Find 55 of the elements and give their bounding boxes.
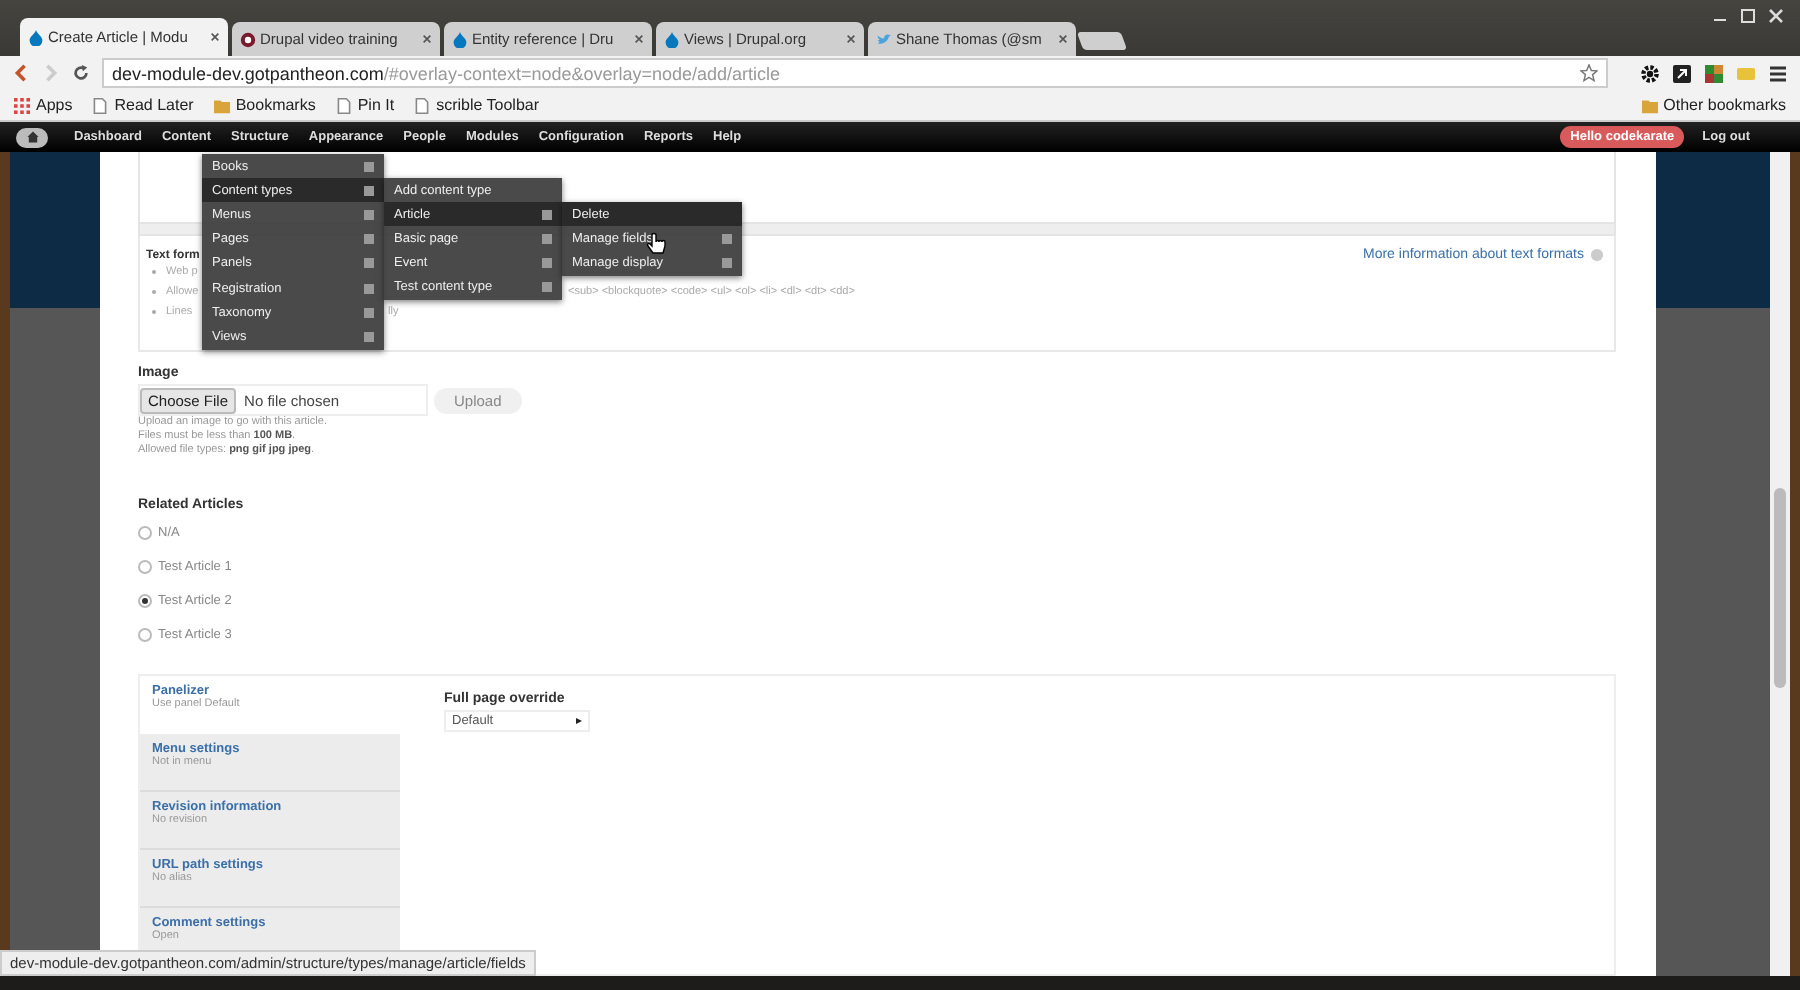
circle-icon	[240, 31, 256, 47]
submenu-icon	[542, 209, 552, 220]
extension-icon[interactable]	[1672, 63, 1692, 83]
submenu-icon	[364, 258, 374, 269]
submenu-icon	[364, 234, 374, 245]
home-button[interactable]	[16, 127, 48, 147]
bookmark-link[interactable]: Pin It	[335, 96, 395, 114]
reload-icon[interactable]	[72, 64, 90, 82]
bookmark-link[interactable]: scrible Toolbar	[414, 96, 540, 114]
submenu-icon	[542, 282, 552, 293]
bookmark-link[interactable]: Read Later	[92, 96, 194, 114]
back-icon[interactable]	[12, 64, 30, 82]
gear-icon[interactable]	[1640, 63, 1660, 83]
caret-icon	[576, 718, 582, 724]
maximize-icon[interactable]	[1740, 8, 1756, 24]
bird-icon	[876, 31, 892, 47]
drop-icon	[452, 31, 468, 47]
close-icon[interactable]	[1058, 34, 1068, 44]
radio-button[interactable]	[138, 628, 152, 642]
apps-icon	[14, 97, 30, 113]
folder-icon	[213, 97, 230, 113]
submenu-icon	[364, 331, 374, 342]
submenu-icon	[542, 233, 552, 244]
address-field[interactable]: dev-module-dev.gotpantheon.com/#overlay-context=node&overlay=node/add/article	[102, 58, 1608, 88]
new-tab-button[interactable]	[1076, 32, 1128, 50]
scroll-thumb[interactable]	[1774, 488, 1786, 688]
scrollbar[interactable]	[1770, 152, 1790, 976]
drop-icon	[664, 31, 680, 47]
close-icon[interactable]	[422, 34, 432, 44]
drop-icon	[28, 29, 44, 45]
submenu-icon	[364, 283, 374, 294]
home-icon	[25, 130, 39, 144]
submenu-icon	[364, 307, 374, 318]
page-icon	[414, 97, 431, 113]
bookmark-link[interactable]: Other bookmarks	[1641, 96, 1786, 114]
close-icon[interactable]	[846, 34, 856, 44]
radio-button[interactable]	[138, 594, 152, 608]
radio-button[interactable]	[138, 526, 152, 540]
folder-icon	[1641, 97, 1658, 113]
star-icon[interactable]	[1580, 64, 1598, 82]
submenu-icon	[364, 161, 374, 172]
help-icon	[1590, 248, 1604, 262]
close-icon[interactable]	[210, 32, 220, 42]
submenu-icon	[364, 185, 374, 196]
close-icon[interactable]	[634, 34, 644, 44]
menu-icon[interactable]	[1768, 63, 1788, 83]
bookmark-link[interactable]: Apps	[14, 96, 73, 114]
page-icon	[335, 97, 352, 113]
submenu-icon	[542, 258, 552, 269]
submenu-icon	[722, 233, 732, 244]
bookmark-link[interactable]: Bookmarks	[213, 96, 316, 114]
radio-button[interactable]	[138, 560, 152, 574]
submenu-icon	[722, 257, 732, 268]
submenu-icon	[364, 209, 374, 220]
page-icon	[92, 97, 109, 113]
